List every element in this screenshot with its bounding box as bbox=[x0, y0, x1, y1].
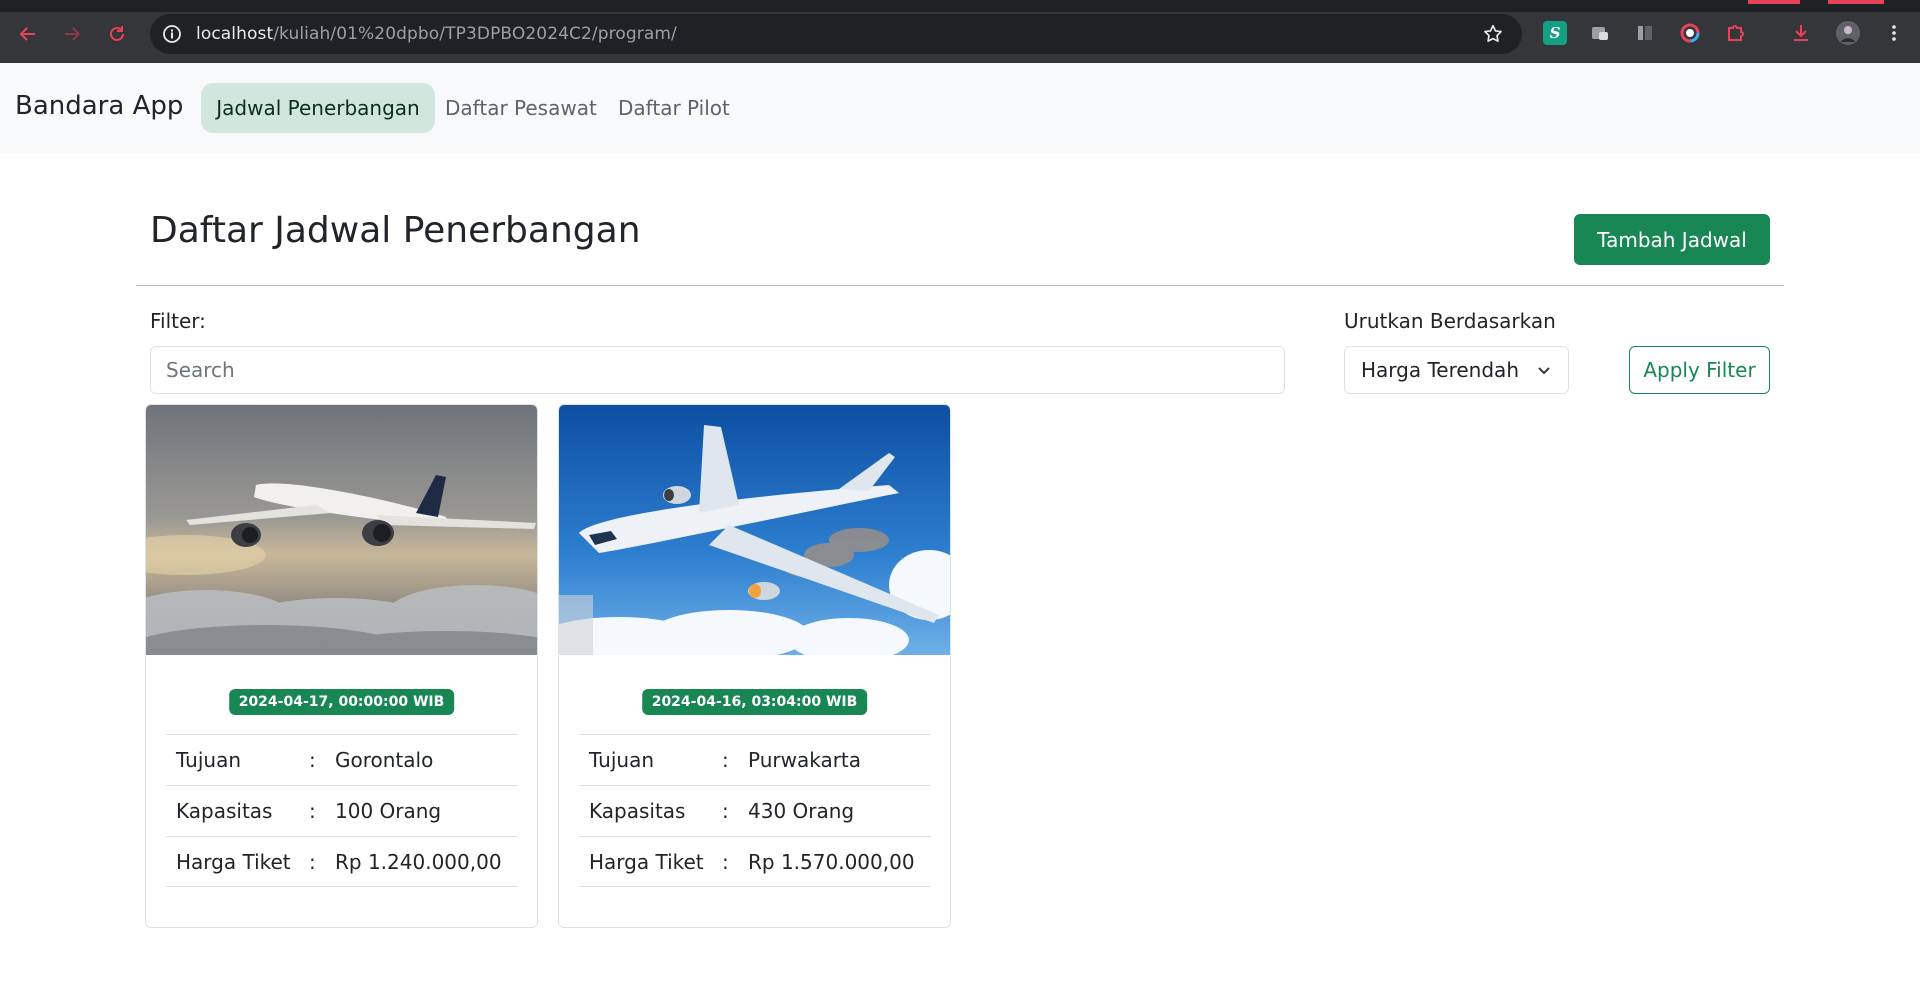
reload-icon bbox=[110, 26, 124, 41]
flight-info-table: Tujuan : Gorontalo Kapasitas : 100 Orang… bbox=[166, 734, 518, 887]
tab-indicator[interactable] bbox=[1828, 0, 1884, 4]
table-row: Kapasitas : 430 Orang bbox=[579, 785, 931, 836]
row-separator: : bbox=[309, 799, 316, 823]
sort-select[interactable]: Harga Terendah bbox=[1344, 346, 1569, 394]
row-value: Rp 1.240.000,00 bbox=[335, 849, 502, 874]
row-value: 100 Orang bbox=[335, 799, 442, 823]
tab-indicator[interactable] bbox=[1748, 0, 1800, 4]
url-text[interactable]: localhost/kuliah/01%20dpbo/TP3DPBO2024C2… bbox=[196, 24, 677, 44]
table-row: Harga Tiket : Rp 1.570.000,00 bbox=[579, 836, 931, 887]
row-key: Tujuan bbox=[176, 748, 242, 772]
row-value: Purwakarta bbox=[748, 748, 862, 772]
page-title: Daftar Jadwal Penerbangan bbox=[150, 210, 641, 251]
extensions-puzzle-icon[interactable] bbox=[1723, 21, 1747, 45]
navbar-brand[interactable]: Bandara App bbox=[15, 91, 183, 121]
extension-color-ring-icon[interactable] bbox=[1678, 21, 1702, 45]
table-row: Harga Tiket : Rp 1.240.000,00 bbox=[166, 836, 518, 887]
navbar: Bandara App Jadwal Penerbangan Daftar Pe… bbox=[0, 63, 1920, 154]
profile-avatar[interactable] bbox=[1836, 21, 1860, 45]
table-row: Tujuan : Purwakarta bbox=[579, 734, 931, 785]
row-separator: : bbox=[722, 849, 729, 874]
row-key: Kapasitas bbox=[589, 799, 686, 823]
schedule-badge: 2024-04-17, 00:00:00 WIB bbox=[228, 689, 455, 715]
airplane-above-clouds-image bbox=[146, 405, 537, 655]
arrow-left-icon bbox=[19, 27, 35, 41]
info-icon[interactable] bbox=[162, 24, 182, 44]
nav-link-daftar-pesawat[interactable]: Daftar Pesawat bbox=[435, 83, 607, 133]
row-separator: : bbox=[722, 748, 729, 772]
filter-label: Filter: bbox=[150, 309, 206, 333]
extension-s-icon[interactable]: S bbox=[1543, 21, 1567, 45]
row-separator: : bbox=[722, 799, 729, 823]
download-icon[interactable] bbox=[1789, 21, 1813, 45]
nav-link-jadwal-penerbangan[interactable]: Jadwal Penerbangan bbox=[201, 83, 435, 133]
back-button[interactable] bbox=[14, 20, 42, 48]
browser-menu-icon[interactable] bbox=[1882, 21, 1906, 45]
row-separator: : bbox=[309, 748, 316, 772]
apply-filter-button[interactable]: Apply Filter bbox=[1629, 346, 1770, 394]
divider bbox=[136, 285, 1784, 286]
address-bar[interactable]: localhost/kuliah/01%20dpbo/TP3DPBO2024C2… bbox=[150, 14, 1522, 54]
row-key: Tujuan bbox=[589, 748, 655, 772]
row-value: 430 Orang bbox=[748, 799, 855, 823]
flight-card: 2024-04-17, 00:00:00 WIB Tujuan : Goront… bbox=[145, 404, 538, 928]
tab-strip bbox=[0, 0, 1920, 12]
table-row: Tujuan : Gorontalo bbox=[166, 734, 518, 785]
schedule-badge: 2024-04-16, 03:04:00 WIB bbox=[641, 689, 868, 715]
sort-select-value: Harga Terendah bbox=[1361, 358, 1519, 382]
search-input[interactable] bbox=[150, 346, 1285, 394]
reload-button[interactable] bbox=[103, 20, 131, 48]
flight-card: 2024-04-16, 03:04:00 WIB Tujuan : Purwak… bbox=[558, 404, 951, 928]
airplane-engine-smoke-image bbox=[559, 405, 950, 655]
bookmark-star-icon[interactable] bbox=[1482, 23, 1504, 45]
row-key: Harga Tiket bbox=[176, 849, 291, 874]
add-schedule-button[interactable]: Tambah Jadwal bbox=[1574, 214, 1770, 265]
row-key: Harga Tiket bbox=[589, 849, 704, 874]
extension-puzzle-badge-icon[interactable] bbox=[1588, 21, 1612, 45]
svg-text:S: S bbox=[1550, 24, 1561, 42]
row-key: Kapasitas bbox=[176, 799, 273, 823]
browser-toolbar: localhost/kuliah/01%20dpbo/TP3DPBO2024C2… bbox=[0, 0, 1920, 63]
chevron-down-icon bbox=[1538, 367, 1550, 375]
table-row: Kapasitas : 100 Orang bbox=[166, 785, 518, 836]
row-separator: : bbox=[309, 849, 316, 874]
row-value: Rp 1.570.000,00 bbox=[748, 849, 915, 874]
extension-panel-icon[interactable] bbox=[1633, 21, 1657, 45]
flight-info-table: Tujuan : Purwakarta Kapasitas : 430 Oran… bbox=[579, 734, 931, 887]
arrow-right-icon bbox=[65, 27, 81, 41]
forward-button[interactable] bbox=[58, 20, 86, 48]
row-value: Gorontalo bbox=[335, 748, 434, 772]
sort-label: Urutkan Berdasarkan bbox=[1344, 309, 1556, 333]
nav-link-daftar-pilot[interactable]: Daftar Pilot bbox=[608, 83, 740, 133]
